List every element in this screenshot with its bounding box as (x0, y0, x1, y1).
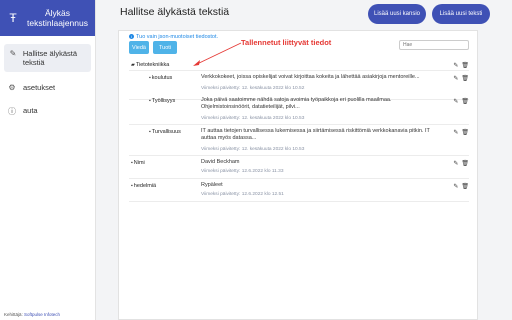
text-list-panel: i Tuo vain json-muotoiset tiedostot. Vied… (118, 30, 478, 320)
edit-icon[interactable]: ✎ (453, 98, 458, 105)
folder-row[interactable]: ▰Tietotekniikka ✎ 🗑 (129, 59, 469, 71)
file-icon: ▪ (131, 183, 133, 189)
edit-icon[interactable]: ✎ (453, 129, 458, 136)
row-text: Joka päivä saatoimme nähdä satoja avoimi… (201, 97, 392, 110)
row-date: Viimeksi päivitetty: 12.6.2022 klo 11.33 (201, 169, 284, 174)
add-text-button[interactable]: Lisää uusi teksti (432, 4, 490, 24)
sidebar-item-settings[interactable]: ⚙ asetukset (0, 78, 95, 97)
delete-icon[interactable]: 🗑 (461, 62, 469, 69)
developer-link[interactable]: Softpulse Infotech (24, 312, 60, 317)
edit-icon[interactable]: ✎ (453, 183, 458, 190)
sidebar-item-label: asetukset (23, 83, 56, 92)
row-name: ▪Turvallisuus (149, 129, 181, 135)
file-icon: ▪ (131, 160, 133, 166)
row-actions: ✎ 🗑 (453, 75, 469, 82)
row-actions: ✎ 🗑 (453, 160, 469, 167)
row-name: ▪hedelmiä (131, 183, 157, 189)
delete-icon[interactable]: 🗑 (461, 183, 469, 190)
file-icon: ▪ (149, 75, 151, 81)
delete-icon[interactable]: 🗑 (461, 75, 469, 82)
delete-icon[interactable]: 🗑 (461, 129, 469, 136)
row-date: Viimeksi päivitetty: 12.6.2022 klo 12.51 (201, 192, 284, 197)
sidebar-nav: ✎ Hallitse älykästä tekstiä ⚙ asetukset … (0, 44, 95, 122)
row-date: Viimeksi päivitetty: 12. kesäkuuta 2022 … (201, 147, 305, 152)
edit-icon[interactable]: ✎ (453, 62, 458, 69)
row-text: Rypäleet (201, 182, 223, 188)
table-row[interactable]: ▪hedelmiä Rypäleet Viimeksi päivitetty: … (129, 180, 469, 202)
sidebar-header: Ŧ Älykäs tekstinlaajennus (0, 0, 95, 36)
developer-prefix: Kehittäjä: (4, 312, 23, 317)
sidebar: Ŧ Älykäs tekstinlaajennus ✎ Hallitse äly… (0, 0, 96, 320)
row-name: ▪koulutus (149, 75, 173, 81)
settings-icon: ⚙ (8, 83, 16, 92)
app-title: Älykäs tekstinlaajennus (27, 8, 88, 28)
file-icon: ▪ (149, 129, 151, 135)
table-row[interactable]: ▪Työllisyys Joka päivä saatoimme nähdä s… (129, 95, 469, 125)
folder-icon: ▰ (131, 62, 135, 68)
sidebar-item-label: Hallitse älykästä tekstiä (22, 49, 78, 67)
row-text: Verkkokokeet, joissa opiskelijat voivat … (201, 74, 420, 80)
row-date: Viimeksi päivitetty: 12. kesäkuuta 2022 … (201, 86, 305, 91)
sidebar-item-label: auta (23, 106, 38, 115)
edit-icon: ✎ (9, 49, 17, 58)
edit-icon[interactable]: ✎ (453, 160, 458, 167)
sidebar-item-help[interactable]: ⓘ auta (0, 101, 95, 122)
developer-credit: Kehittäjä: Softpulse Infotech (4, 312, 60, 317)
delete-icon[interactable]: 🗑 (461, 160, 469, 167)
row-actions: ✎ 🗑 (453, 98, 469, 105)
edit-icon[interactable]: ✎ (453, 75, 458, 82)
help-icon: ⓘ (8, 107, 16, 116)
app-logo-icon: Ŧ (9, 11, 17, 25)
folder-actions: ✎ 🗑 (453, 62, 469, 69)
row-date: Viimeksi päivitetty: 12. kesäkuuta 2022 … (201, 116, 305, 121)
row-name: ▪Työllisyys (149, 98, 176, 104)
add-folder-button[interactable]: Lisää uusi kansio (368, 4, 426, 24)
page-title: Hallitse älykästä tekstiä (120, 6, 230, 18)
file-icon: ▪ (149, 98, 151, 104)
row-text: IT auttaa tietojen turvallisessa lukemis… (201, 128, 430, 141)
row-actions: ✎ 🗑 (453, 129, 469, 136)
table-row[interactable]: ▪Nimi David Beckham Viimeksi päivitetty:… (129, 157, 469, 179)
sidebar-item-manage-text[interactable]: ✎ Hallitse älykästä tekstiä (4, 44, 91, 72)
delete-icon[interactable]: 🗑 (461, 98, 469, 105)
table-row[interactable]: ▪Turvallisuus IT auttaa tietojen turvall… (129, 126, 469, 156)
row-text: David Beckham (201, 159, 240, 165)
row-actions: ✎ 🗑 (453, 183, 469, 190)
folder-name: ▰Tietotekniikka (131, 62, 170, 68)
row-name: ▪Nimi (131, 160, 145, 166)
